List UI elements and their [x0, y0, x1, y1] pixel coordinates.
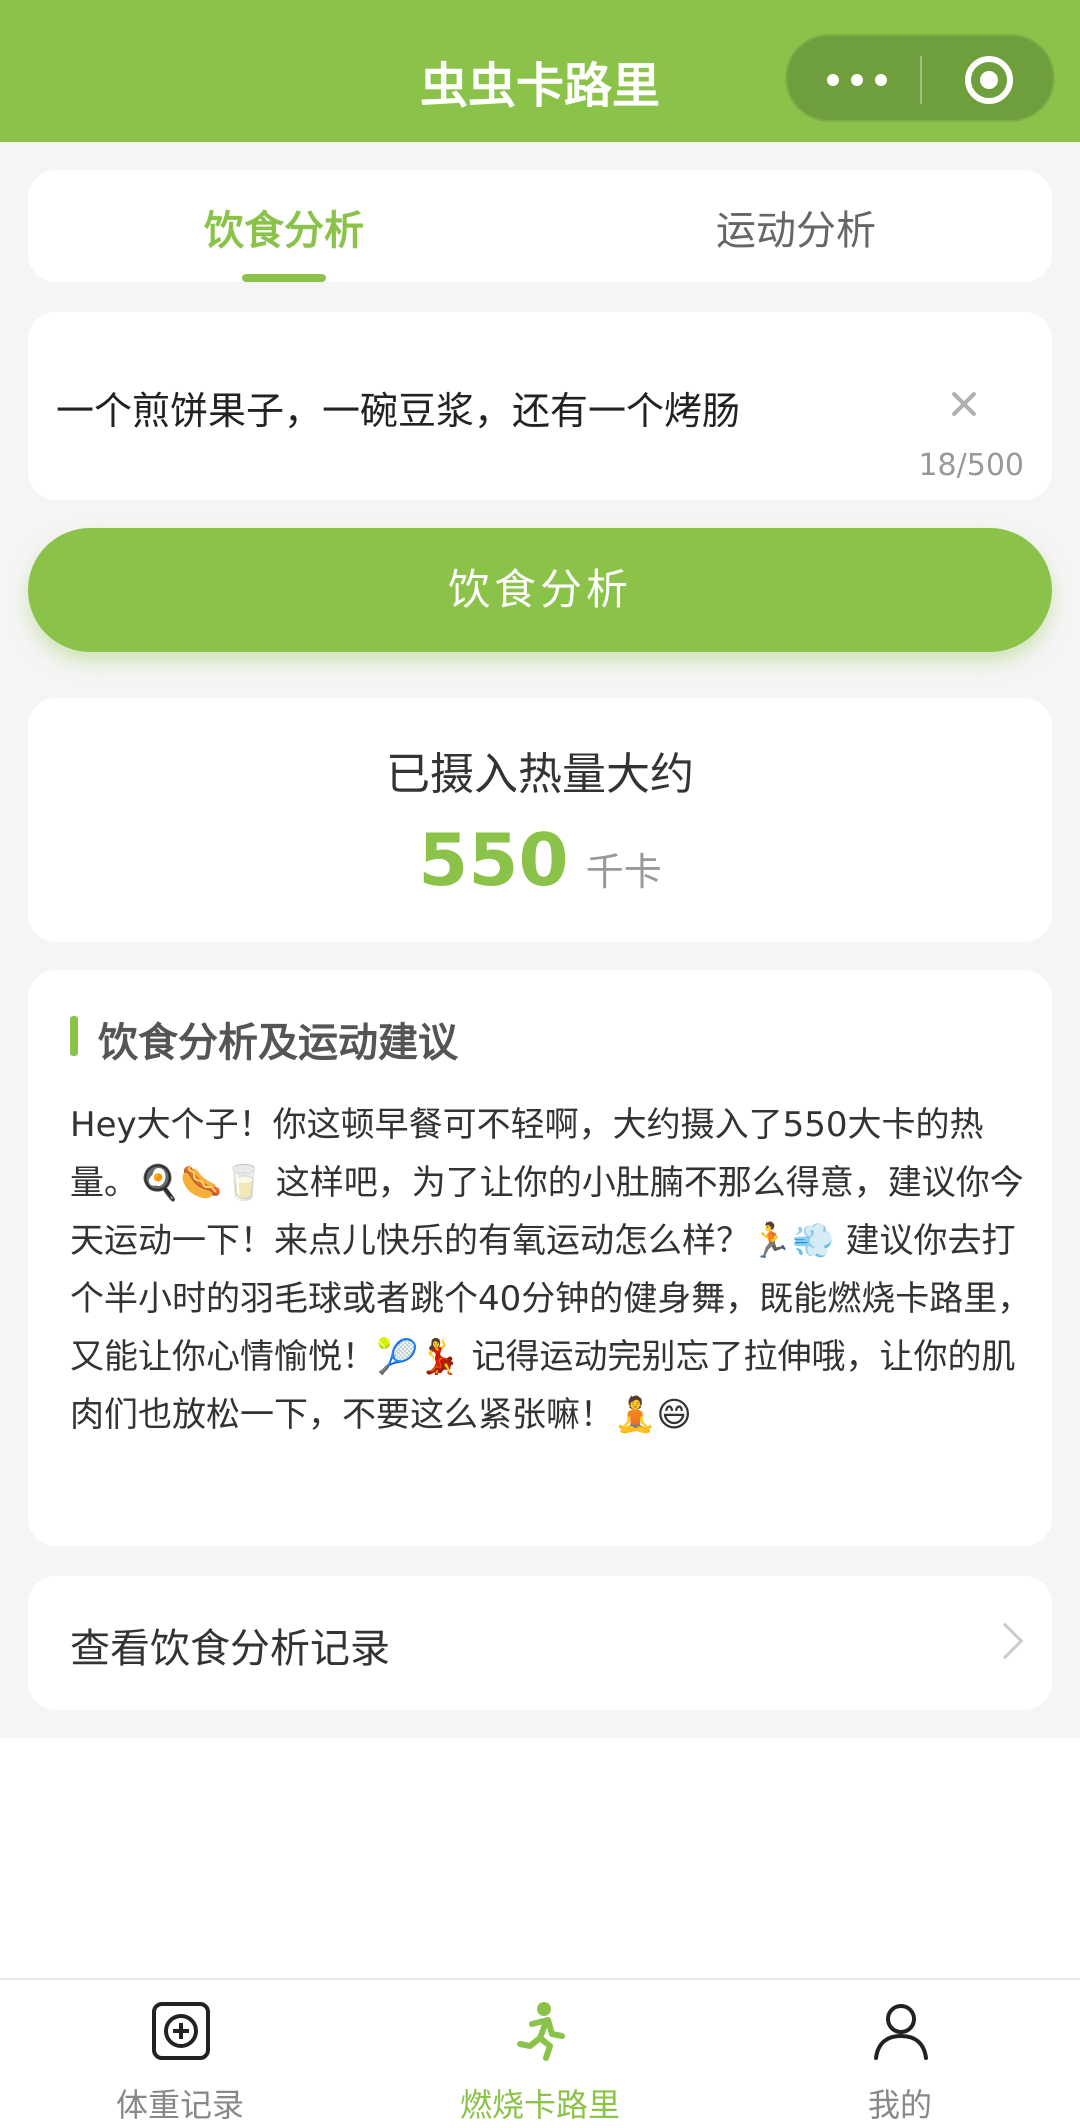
calorie-value: 550	[418, 818, 569, 902]
tabbar-item-weight[interactable]: 体重记录	[0, 1980, 360, 2128]
calorie-unit: 千卡	[585, 850, 662, 894]
clear-icon[interactable]	[944, 384, 984, 424]
food-input-card: 一个煎饼果子，一碗豆浆，还有一个烤肠 18/500	[28, 312, 1052, 500]
analyze-button[interactable]: 饮食分析	[28, 528, 1052, 652]
chevron-right-icon	[986, 1622, 1024, 1660]
tabbar-label-weight: 体重记录	[115, 2086, 244, 2124]
calorie-result-card: 已摄入热量大约 550 千卡	[28, 698, 1052, 942]
tabbar-item-burn[interactable]: 燃烧卡路里	[360, 1980, 720, 2128]
food-input[interactable]: 一个煎饼果子，一碗豆浆，还有一个烤肠	[56, 380, 740, 435]
active-tab-indicator	[242, 274, 326, 282]
calorie-label: 已摄入热量大约	[386, 749, 694, 800]
history-label: 查看饮食分析记录	[70, 1626, 390, 1672]
nav-header: 虫虫卡路里	[0, 0, 1080, 142]
tabbar-label-burn: 燃烧卡路里	[459, 2086, 620, 2124]
running-icon	[517, 2002, 565, 2061]
tabbar-item-mine[interactable]: 我的	[720, 1980, 1080, 2128]
tab-diet-analysis[interactable]: 饮食分析	[28, 198, 540, 256]
more-icon[interactable]	[827, 71, 897, 89]
capsule-divider	[920, 56, 922, 104]
history-link[interactable]: 查看饮食分析记录	[28, 1576, 1052, 1710]
close-target-icon[interactable]	[965, 56, 1013, 104]
advice-body: Hey大个子！你这顿早餐可不轻啊，大约摄入了550大卡的热量。🍳🌭🥛 这样吧，为…	[70, 1105, 1032, 1435]
tabbar-label-mine: 我的	[867, 2086, 932, 2124]
analysis-tabs: 饮食分析 运动分析	[28, 170, 1052, 282]
advice-title: 饮食分析及运动建议	[98, 1020, 458, 1066]
add-box-icon	[152, 2002, 210, 2060]
bottom-tab-bar: 体重记录 燃烧卡路里 我的	[0, 1978, 1080, 2128]
advice-card: 饮食分析及运动建议 Hey大个子！你这顿早餐可不轻啊，大约摄入了550大卡的热量…	[28, 970, 1052, 1546]
section-accent-bar	[70, 1016, 78, 1056]
char-count: 18/500	[918, 448, 1024, 483]
calorie-row: 550 千卡	[28, 818, 1052, 902]
tab-exercise-analysis[interactable]: 运动分析	[540, 198, 1052, 256]
person-icon	[874, 2004, 928, 2060]
content-background	[0, 1738, 1080, 1978]
mini-program-capsule	[785, 34, 1055, 122]
